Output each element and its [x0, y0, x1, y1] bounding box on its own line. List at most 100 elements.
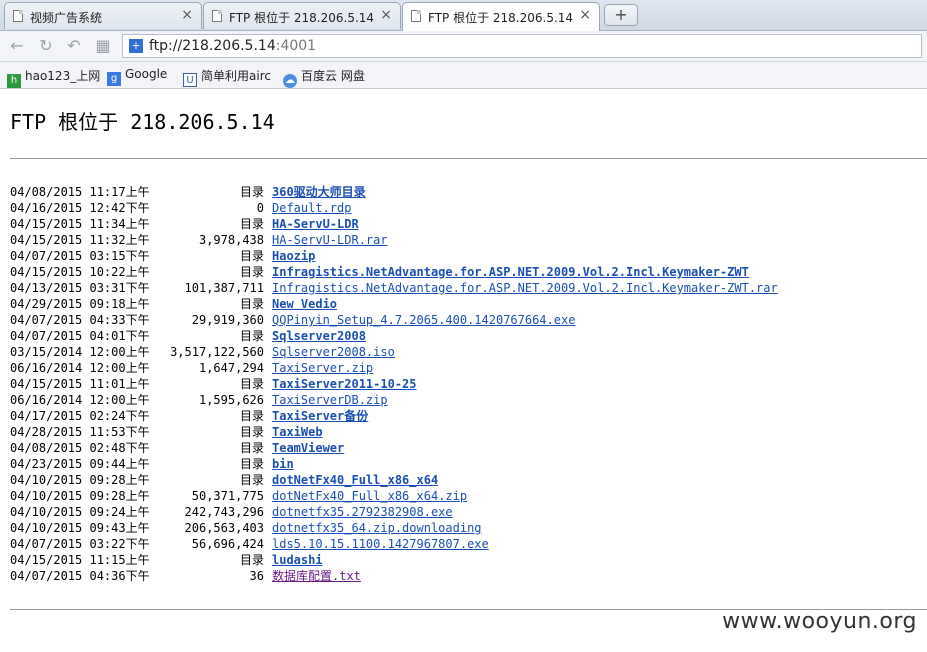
entry-type: 目录: [239, 441, 264, 455]
listing-row: 04/07/2015 04:01下午 目录 Sqlserver2008: [10, 328, 778, 344]
tab-ftp-root-1[interactable]: FTP 根位于 218.206.5.14 ×: [203, 2, 401, 29]
entry-date: 04/10/2015 09:24上午: [10, 505, 150, 519]
entry-type: 目录: [239, 457, 264, 471]
file-link[interactable]: 数据库配置.txt: [272, 569, 361, 583]
entry-date: 04/10/2015 09:28上午: [10, 489, 150, 503]
listing-row: 04/10/2015 09:28上午 目录 dotNetFx40_Full_x86_…: [10, 472, 778, 488]
address-text[interactable]: ftp://218.206.5.14:4001: [149, 38, 316, 54]
site-shield-icon: +: [129, 39, 143, 53]
entry-date: 04/15/2015 11:01上午: [10, 377, 150, 391]
page-icon: [212, 10, 222, 22]
file-link[interactable]: Default.rdp: [272, 201, 351, 215]
file-link[interactable]: lds5.10.15.1100.1427967807.exe: [272, 537, 489, 551]
back-icon[interactable]: ←: [8, 37, 26, 55]
entry-size: 206,563,403: [184, 521, 264, 535]
file-link[interactable]: Sqlserver2008.iso: [272, 345, 395, 359]
directory-link[interactable]: TaxiWeb: [272, 425, 323, 439]
tab-strip: 视频广告系统 × FTP 根位于 218.206.5.14 × FTP 根位于 …: [0, 0, 927, 31]
bookmark-hao123[interactable]: h hao123_上网: [7, 67, 100, 88]
directory-link[interactable]: bin: [272, 457, 294, 471]
entry-type: 目录: [239, 249, 264, 263]
entry-date: 04/15/2015 10:22上午: [10, 265, 150, 279]
refresh-icon[interactable]: ↻: [37, 37, 55, 55]
directory-link[interactable]: Haozip: [272, 249, 315, 263]
entry-size: 29,919,360: [191, 313, 264, 327]
directory-link[interactable]: TeamViewer: [272, 441, 344, 455]
entry-type: 目录: [239, 265, 264, 279]
directory-link[interactable]: Sqlserver2008: [272, 329, 366, 343]
baidu-cloud-icon: ☁: [283, 74, 297, 88]
listing-row: 04/10/2015 09:24上午 242,743,296 dotnetfx35.…: [10, 504, 778, 520]
page-title: FTP 根位于 218.206.5.14: [10, 110, 275, 134]
directory-link[interactable]: New Vedio: [272, 297, 337, 311]
tab-label: 视频广告系统: [30, 11, 103, 25]
entry-size: 0: [256, 201, 264, 215]
undo-icon[interactable]: ↶: [65, 37, 83, 55]
entry-type: 目录: [239, 377, 264, 391]
entry-date: 04/07/2015 04:36下午: [10, 569, 150, 583]
file-link[interactable]: dotNetFx40_Full_x86_x64.zip: [272, 489, 467, 503]
listing-row: 04/28/2015 11:53下午 目录 TaxiWeb: [10, 424, 778, 440]
entry-type: 目录: [239, 217, 264, 231]
entry-size: 3,978,438: [198, 233, 264, 247]
entry-type: 目录: [239, 473, 264, 487]
listing-row: 04/16/2015 12:42下午 0 Default.rdp: [10, 200, 778, 216]
tab-ftp-root-2[interactable]: FTP 根位于 218.206.5.14 ×: [402, 2, 600, 31]
directory-link[interactable]: TaxiServer2011-10-25: [272, 377, 417, 391]
close-icon[interactable]: ×: [380, 7, 392, 23]
hao123-icon: h: [7, 74, 21, 88]
directory-link[interactable]: HA-ServU-LDR: [272, 217, 359, 231]
directory-link[interactable]: Infragistics.NetAdvantage.for.ASP.NET.20…: [272, 265, 749, 279]
tab-video-ad-system[interactable]: 视频广告系统 ×: [4, 2, 202, 29]
bookmark-google[interactable]: g Google: [107, 67, 167, 86]
new-tab-button[interactable]: +: [604, 4, 638, 26]
entry-date: 04/10/2015 09:28上午: [10, 473, 150, 487]
directory-link[interactable]: dotNetFx40_Full_x86_x64: [272, 473, 438, 487]
entry-date: 04/13/2015 03:31下午: [10, 281, 150, 295]
file-link[interactable]: TaxiServerDB.zip: [272, 393, 388, 407]
bookmark-airc[interactable]: U 简单利用airc: [183, 67, 271, 87]
close-icon[interactable]: ×: [181, 7, 193, 23]
apps-grid-icon[interactable]: ▦: [94, 37, 112, 55]
listing-row: 04/15/2015 11:34上午 目录 HA-ServU-LDR: [10, 216, 778, 232]
entry-date: 04/15/2015 11:34上午: [10, 217, 150, 231]
entry-type: 目录: [239, 185, 264, 199]
entry-date: 06/16/2014 12:00上午: [10, 393, 150, 407]
listing-row: 04/07/2015 03:22下午 56,696,424 lds5.10.15.1…: [10, 536, 778, 552]
entry-type: 目录: [239, 409, 264, 423]
file-link[interactable]: dotnetfx35_64.zip.downloading: [272, 521, 482, 535]
entry-date: 04/15/2015 11:32上午: [10, 233, 150, 247]
shield-icon: U: [183, 73, 197, 87]
file-link[interactable]: dotnetfx35.2792382908.exe: [272, 505, 453, 519]
listing-row: 04/15/2015 11:01上午 目录 TaxiServer2011-10-25: [10, 376, 778, 392]
entry-date: 04/23/2015 09:44上午: [10, 457, 150, 471]
file-link[interactable]: HA-ServU-LDR.rar: [272, 233, 388, 247]
file-link[interactable]: QQPinyin_Setup_4.7.2065.400.1420767664.e…: [272, 313, 575, 327]
directory-link[interactable]: 360驱动大师目录: [272, 185, 366, 199]
page-icon: [411, 10, 421, 22]
bookmark-label: 百度云 网盘: [301, 69, 365, 83]
entry-date: 04/07/2015 04:33下午: [10, 313, 150, 327]
directory-link[interactable]: TaxiServer备份: [272, 409, 368, 423]
entry-date: 04/07/2015 03:22下午: [10, 537, 150, 551]
entry-date: 04/07/2015 03:15下午: [10, 249, 150, 263]
directory-link[interactable]: ludashi: [272, 553, 323, 567]
entry-size: 50,371,775: [191, 489, 264, 503]
file-link[interactable]: Infragistics.NetAdvantage.for.ASP.NET.20…: [272, 281, 778, 295]
entry-date: 04/16/2015 12:42下午: [10, 201, 150, 215]
navigation-bar: ← ↻ ↶ ▦ + ftp://218.206.5.14:4001: [0, 31, 927, 62]
bookmark-baidu-cloud[interactable]: ☁ 百度云 网盘: [283, 67, 365, 88]
address-bar[interactable]: + ftp://218.206.5.14:4001: [122, 34, 922, 58]
file-link[interactable]: TaxiServer.zip: [272, 361, 373, 375]
entry-type: 目录: [239, 329, 264, 343]
watermark-text: www.wooyun.org: [722, 609, 917, 634]
entry-date: 04/17/2015 02:24下午: [10, 409, 150, 423]
close-icon[interactable]: ×: [579, 7, 591, 23]
entry-type: 目录: [239, 425, 264, 439]
entry-date: 04/08/2015 11:17上午: [10, 185, 150, 199]
listing-row: 04/10/2015 09:43上午 206,563,403 dotnetfx35_…: [10, 520, 778, 536]
entry-size: 36: [249, 569, 264, 583]
google-icon: g: [107, 72, 121, 86]
entry-size: 56,696,424: [191, 537, 264, 551]
top-divider: [10, 158, 927, 159]
